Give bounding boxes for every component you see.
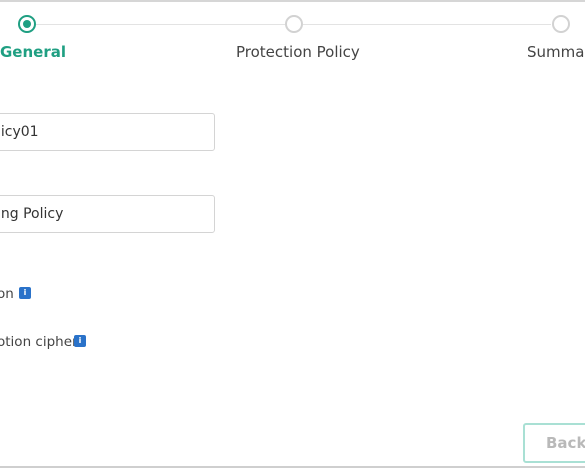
step-protection-policy-icon (285, 15, 303, 33)
step-protection-policy-label[interactable]: Protection Policy (236, 43, 360, 61)
encryption-info-icon[interactable]: i (19, 287, 31, 299)
encryption-label: on (0, 286, 14, 302)
bottom-divider (0, 466, 585, 468)
step-general-label[interactable]: General (0, 43, 66, 61)
active-dot-icon (23, 20, 31, 28)
description-value: ing Policy (0, 206, 64, 222)
step-connector (36, 24, 285, 25)
step-connector (303, 24, 551, 25)
step-summary-label[interactable]: Summar (527, 43, 585, 61)
back-button[interactable]: Back (523, 423, 585, 463)
policy-name-value: licy01 (0, 124, 39, 140)
encryption-cipher-label: otion cipher (0, 334, 78, 350)
step-general-icon (18, 15, 36, 33)
step-summary-icon (552, 15, 570, 33)
top-divider (0, 0, 585, 2)
description-field[interactable]: ing Policy (0, 195, 215, 233)
policy-name-field[interactable]: licy01 (0, 113, 215, 151)
encryption-cipher-info-icon[interactable]: i (74, 335, 86, 347)
